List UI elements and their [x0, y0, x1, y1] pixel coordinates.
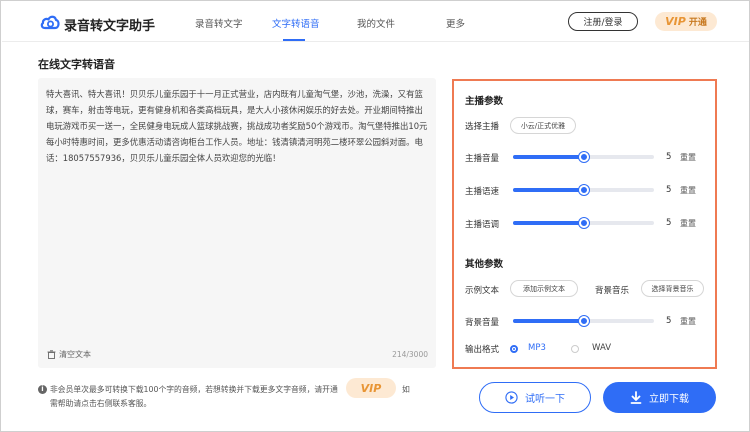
pitch-slider-fill [513, 221, 584, 225]
notice-suffix: 如 [402, 385, 410, 394]
speed-slider-handle[interactable] [578, 185, 589, 195]
bgm-label: 背景音乐 [595, 286, 630, 296]
notice-line-2: 需帮助请点击右侧联系客服。 [50, 399, 152, 408]
volume-slider[interactable] [513, 152, 654, 162]
volume-label: 主播音量 [465, 154, 500, 164]
sample-text-label: 示例文本 [465, 286, 500, 296]
brand-name: 录音转文字助手 [64, 19, 156, 34]
anchor-params-title: 主播参数 [465, 96, 504, 107]
nav-text-to-speech[interactable]: 文字转语音 [272, 16, 320, 30]
play-icon [505, 391, 518, 404]
download-icon [630, 391, 642, 404]
login-button[interactable]: 注册/登录 [568, 12, 638, 31]
preview-listen-label: 试听一下 [525, 394, 565, 405]
info-icon: i [38, 385, 47, 394]
clear-text-label: 清空文本 [59, 350, 91, 359]
pitch-reset-button[interactable]: 重置 [680, 218, 696, 229]
pitch-slider-handle[interactable] [578, 218, 589, 228]
output-format-label: 输出格式 [465, 345, 500, 355]
notice-line-1: 非会员单次最多可转换下载100个字的音频，若想转换并下载更多文字音频，请开通 [50, 385, 338, 394]
bg-volume-slider-handle[interactable] [578, 316, 589, 326]
add-sample-text-button[interactable]: 添加示例文本 [510, 280, 578, 297]
preview-listen-button[interactable]: 试听一下 [479, 382, 591, 413]
vip-open-button[interactable]: VIP 开通 [655, 12, 717, 31]
cloud-logo-icon [40, 15, 60, 30]
bg-volume-reset-button[interactable]: 重置 [680, 316, 696, 327]
parameter-panel: 主播参数 选择主播 小云/正式优雅 主播音量 5 重置 主播语速 5 重置 主播… [452, 79, 717, 369]
download-label: 立即下载 [649, 394, 689, 405]
clear-text-button[interactable]: 清空文本 [47, 349, 91, 360]
nav-active-indicator [283, 39, 305, 41]
speed-slider-fill [513, 188, 584, 192]
format-wav-radio[interactable] [571, 345, 579, 353]
anchor-select-button[interactable]: 小云/正式优雅 [510, 117, 576, 134]
trash-icon [47, 350, 56, 359]
page-title: 在线文字转语音 [38, 58, 115, 71]
nav-speech-to-text[interactable]: 录音转文字 [195, 16, 243, 30]
speed-value: 5 [666, 185, 672, 195]
app-window: 录音转文字助手 录音转文字 文字转语音 我的文件 更多 注册/登录 VIP 开通… [0, 0, 750, 432]
format-wav-label[interactable]: WAV [592, 343, 611, 353]
nav-more[interactable]: 更多 [446, 16, 465, 30]
volume-value: 5 [666, 152, 672, 162]
volume-slider-fill [513, 155, 584, 159]
vip-mark: VIP [665, 15, 686, 28]
pitch-value: 5 [666, 218, 672, 228]
char-count: 214/3000 [392, 350, 428, 359]
anchor-select-label: 选择主播 [465, 122, 500, 132]
pitch-label: 主播语调 [465, 220, 500, 230]
download-button[interactable]: 立即下载 [603, 382, 716, 413]
speed-label: 主播语速 [465, 187, 500, 197]
notice-vip-button[interactable]: VIP [346, 378, 396, 398]
select-bgm-button[interactable]: 选择背景音乐 [641, 280, 704, 297]
format-mp3-label[interactable]: MP3 [528, 343, 546, 353]
bg-volume-value: 5 [666, 316, 672, 326]
text-input-area[interactable]: 特大喜讯、特大喜讯！贝贝乐儿童乐园于十一月正式营业，店内既有儿童淘气堡，沙池，洗… [38, 78, 436, 368]
bg-volume-label: 背景音量 [465, 318, 500, 328]
nav-my-files[interactable]: 我的文件 [357, 16, 395, 30]
top-header: 录音转文字助手 录音转文字 文字转语音 我的文件 更多 注册/登录 VIP 开通 [2, 2, 749, 42]
format-mp3-radio[interactable] [510, 345, 518, 353]
speed-slider[interactable] [513, 185, 654, 195]
bg-volume-slider-fill [513, 319, 584, 323]
volume-slider-handle[interactable] [578, 152, 589, 162]
vip-open-label: 开通 [688, 18, 707, 28]
pitch-slider[interactable] [513, 218, 654, 228]
bg-volume-slider[interactable] [513, 316, 654, 326]
speed-reset-button[interactable]: 重置 [680, 185, 696, 196]
text-content[interactable]: 特大喜讯、特大喜讯！贝贝乐儿童乐园于十一月正式营业，店内既有儿童淘气堡，沙池，洗… [46, 86, 431, 166]
other-params-title: 其他参数 [465, 259, 504, 270]
volume-reset-button[interactable]: 重置 [680, 152, 696, 163]
